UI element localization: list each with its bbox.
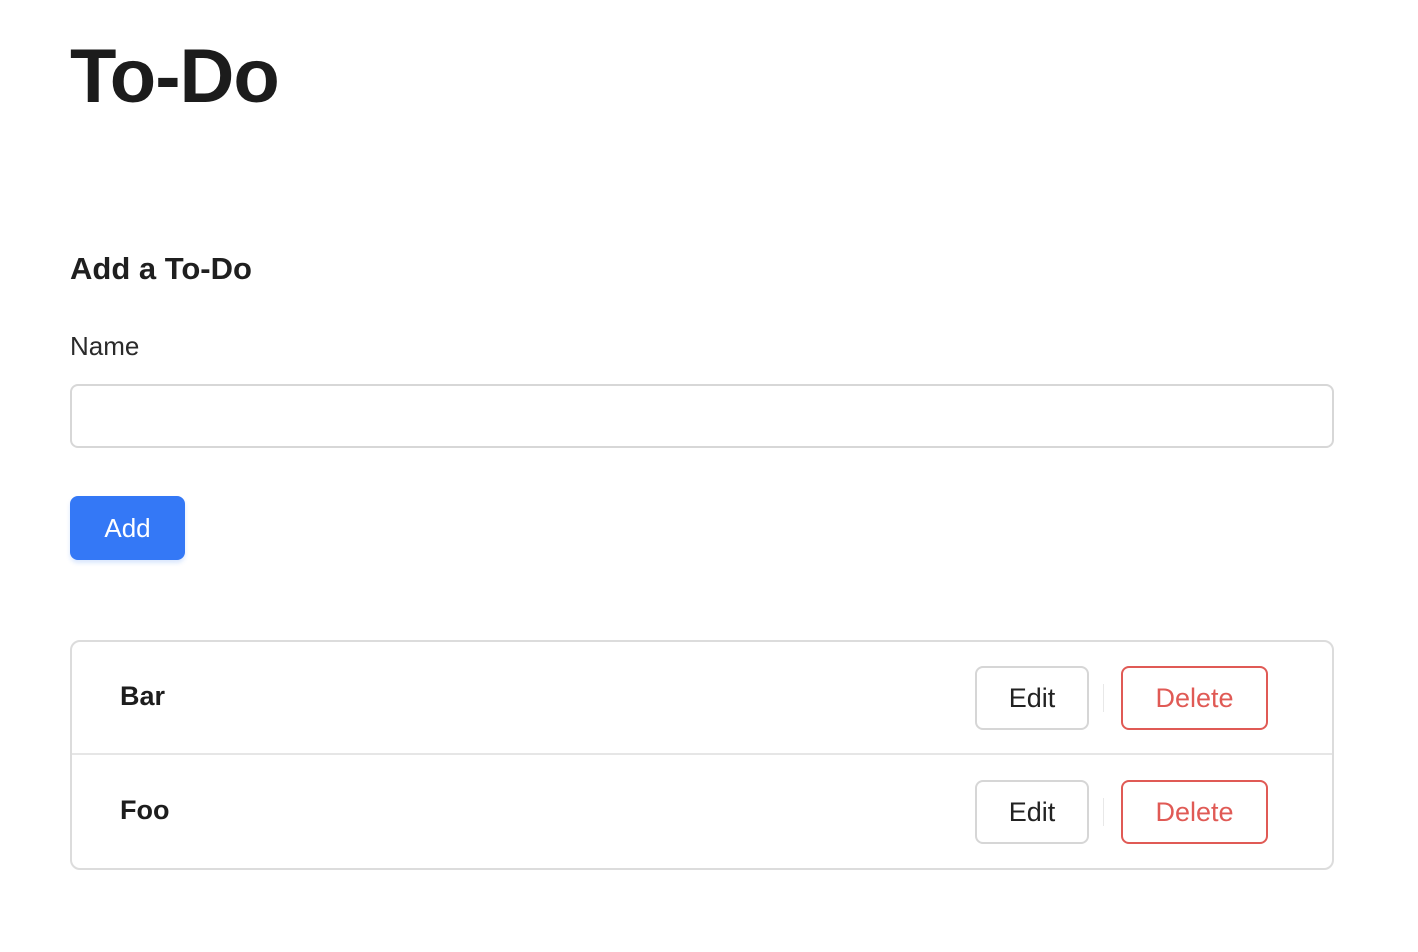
delete-button[interactable]: Delete (1121, 666, 1268, 730)
todo-list: Bar Edit Delete Foo Edit Delete (70, 640, 1334, 870)
name-label: Name (70, 331, 140, 361)
edit-button[interactable]: Edit (975, 666, 1089, 730)
todo-name: Foo (120, 795, 170, 825)
name-input[interactable] (70, 384, 1334, 448)
page-title: To-Do (70, 34, 280, 119)
add-todo-heading: Add a To-Do (70, 251, 252, 286)
delete-button[interactable]: Delete (1121, 780, 1268, 844)
todo-item: Bar Edit Delete (72, 642, 1332, 755)
add-button[interactable]: Add (70, 496, 185, 560)
todo-item: Foo Edit Delete (72, 756, 1332, 868)
button-divider (1103, 684, 1104, 712)
todo-name: Bar (120, 681, 166, 711)
edit-button[interactable]: Edit (975, 780, 1089, 844)
button-divider (1103, 798, 1104, 826)
